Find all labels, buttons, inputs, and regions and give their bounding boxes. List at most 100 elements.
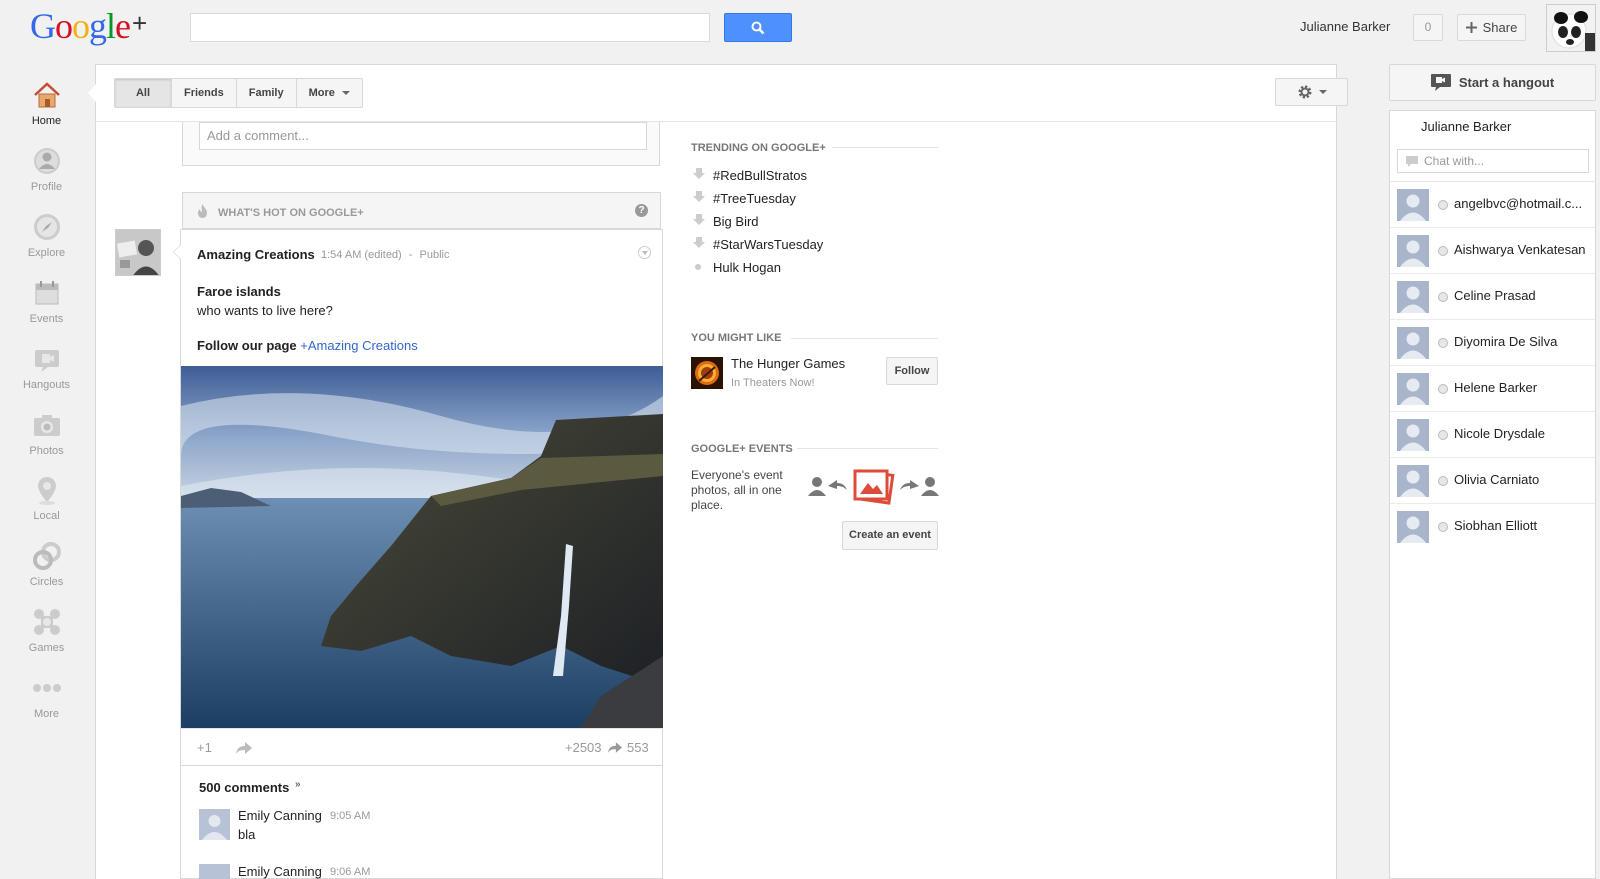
trend-down-icon xyxy=(693,214,705,225)
trend-item[interactable]: Hulk Hogan xyxy=(713,260,781,275)
sidebar-label-home: Home xyxy=(31,115,62,127)
post-time[interactable]: 1:54 AM (edited) xyxy=(321,249,402,261)
expand-comments-icon[interactable]: » xyxy=(295,779,301,790)
chat-contact[interactable]: Helene Barker xyxy=(1390,366,1595,412)
map-pin-icon xyxy=(37,477,56,505)
video-camera-icon xyxy=(34,350,59,372)
trend-item[interactable]: #StarWarsTuesday xyxy=(713,237,823,252)
post-body: who wants to live here? xyxy=(197,303,333,318)
google-plus-logo[interactable]: Google+ xyxy=(30,6,147,49)
trend-item[interactable]: #TreeTuesday xyxy=(713,191,796,206)
follow-button[interactable]: Follow xyxy=(886,357,938,385)
search-button[interactable] xyxy=(724,13,792,42)
whats-hot-label: WHAT'S HOT ON GOOGLE+ xyxy=(218,207,364,219)
post-author-avatar[interactable] xyxy=(115,229,161,276)
offline-status-icon xyxy=(1438,292,1448,302)
comments-count[interactable]: 500 comments xyxy=(199,780,289,795)
chat-contact[interactable]: Olivia Carniato xyxy=(1390,458,1595,504)
share-button[interactable]: Share xyxy=(1457,14,1526,41)
filter-tab-friends[interactable]: Friends xyxy=(172,79,237,107)
contact-avatar xyxy=(1397,281,1429,313)
sidebar-item-profile[interactable]: Profile xyxy=(0,145,93,193)
sidebar-item-explore[interactable]: Explore xyxy=(0,211,93,259)
trend-down-icon xyxy=(693,191,705,202)
comment-time[interactable]: 9:06 AM xyxy=(330,866,370,878)
filter-tab-more[interactable]: More xyxy=(297,79,362,107)
camera-icon xyxy=(33,415,60,436)
header-user-name[interactable]: Julianne Barker xyxy=(1300,19,1390,34)
share-arrow-icon[interactable] xyxy=(236,742,252,754)
chat-contact[interactable]: Diyomira De Silva xyxy=(1390,320,1595,366)
trend-down-icon xyxy=(693,237,705,248)
chat-with-placeholder: Chat with... xyxy=(1424,154,1485,168)
comment-avatar[interactable] xyxy=(199,864,230,879)
contact-name: Diyomira De Silva xyxy=(1454,334,1558,349)
trend-item[interactable]: #RedBullStratos xyxy=(713,168,807,183)
filter-tab-all[interactable]: All xyxy=(115,79,172,107)
contact-name: angelbvc@hotmail.c... xyxy=(1454,196,1583,211)
might-like-divider xyxy=(791,338,938,339)
add-comment-input[interactable]: Add a comment... xyxy=(199,122,647,150)
flame-icon xyxy=(198,204,207,218)
sidebar-label-circles: Circles xyxy=(29,576,64,588)
sidebar-item-hangouts[interactable]: Hangouts xyxy=(0,343,93,391)
sidebar-item-home[interactable]: Home xyxy=(0,79,93,127)
contact-avatar xyxy=(1397,419,1429,451)
notification-count[interactable]: 0 xyxy=(1413,14,1443,41)
settings-button[interactable] xyxy=(1275,78,1348,106)
caret-down-icon xyxy=(1318,90,1327,94)
post-author-name[interactable]: Amazing Creations xyxy=(197,247,315,262)
chat-contact[interactable]: Siobhan Elliott xyxy=(1390,504,1595,550)
comment-avatar[interactable] xyxy=(199,809,230,840)
chat-contact[interactable]: Nicole Drysdale xyxy=(1390,412,1595,458)
filter-tab-family[interactable]: Family xyxy=(237,79,297,107)
post-menu-button[interactable] xyxy=(638,246,651,259)
offline-status-icon xyxy=(1438,384,1448,394)
offline-status-icon xyxy=(1438,522,1448,532)
create-event-button[interactable]: Create an event xyxy=(842,521,938,550)
share-count[interactable]: 553 xyxy=(627,740,649,755)
post-meta: 1:54 AM (edited) - Public xyxy=(321,249,449,261)
chat-user-name[interactable]: Julianne Barker xyxy=(1421,119,1511,134)
chat-with-input[interactable]: Chat with... xyxy=(1397,149,1589,173)
hunger-games-logo[interactable] xyxy=(691,357,723,389)
sidebar-label-events: Events xyxy=(29,313,64,325)
header-avatar[interactable] xyxy=(1546,4,1596,52)
sidebar-item-more[interactable]: More xyxy=(0,672,93,720)
start-hangout-button[interactable]: Start a hangout xyxy=(1389,64,1596,101)
sidebar-item-photos[interactable]: Photos xyxy=(0,409,93,457)
help-icon[interactable]: ? xyxy=(635,204,648,217)
contact-name: Celine Prasad xyxy=(1454,288,1536,303)
offline-status-icon xyxy=(1438,200,1448,210)
sidebar-item-circles[interactable]: Circles xyxy=(0,540,93,588)
profile-icon xyxy=(33,148,60,174)
comment-time[interactable]: 9:05 AM xyxy=(330,810,370,822)
chat-contact[interactable]: Celine Prasad xyxy=(1390,274,1595,320)
chat-contact[interactable]: Aishwarya Venkatesan xyxy=(1390,228,1595,274)
sidebar-item-local[interactable]: Local xyxy=(0,474,93,522)
plus-one-button[interactable]: +1 xyxy=(197,740,212,755)
comment-author[interactable]: Emily Canning xyxy=(238,864,322,879)
search-input[interactable] xyxy=(190,13,710,42)
post-follow-line: Follow our page +Amazing Creations xyxy=(197,338,418,353)
contact-name: Siobhan Elliott xyxy=(1454,518,1538,533)
contact-name: Aishwarya Venkatesan xyxy=(1454,242,1586,257)
post-pointer-inner xyxy=(174,245,181,259)
comment-author[interactable]: Emily Canning xyxy=(238,808,322,823)
might-like-page-name[interactable]: The Hunger Games xyxy=(731,356,845,371)
sidebar-label-local: Local xyxy=(33,510,60,522)
post-visibility[interactable]: Public xyxy=(420,249,450,261)
trend-item[interactable]: Big Bird xyxy=(713,214,759,229)
gear-icon xyxy=(1298,85,1311,99)
post-image[interactable] xyxy=(181,366,663,728)
post-follow-text: Follow our page xyxy=(197,338,297,353)
sidebar-label-hangouts: Hangouts xyxy=(22,379,71,391)
sidebar-item-events[interactable]: Events xyxy=(0,277,93,325)
chat-contact[interactable]: angelbvc@hotmail.c... xyxy=(1390,182,1595,228)
events-illustration xyxy=(808,469,939,505)
sidebar-item-games[interactable]: Games xyxy=(0,606,93,654)
plus-count[interactable]: +2503 xyxy=(565,740,602,755)
might-like-page-subtitle: In Theaters Now! xyxy=(731,377,815,389)
post-follow-link[interactable]: +Amazing Creations xyxy=(300,338,417,353)
trend-down-icon xyxy=(693,168,705,179)
